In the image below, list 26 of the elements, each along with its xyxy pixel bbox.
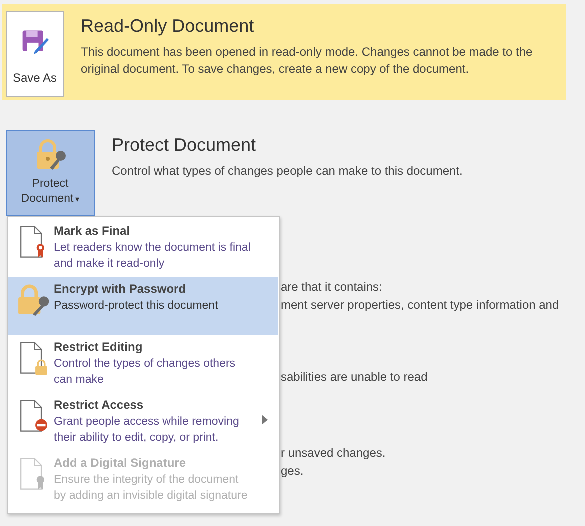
menu-item-description: Let readers know the document is final and make it read-only: [54, 241, 252, 272]
info-text: sabilities are unable to read: [281, 370, 428, 384]
info-text: r unsaved changes.: [281, 446, 386, 460]
banner-text: This document has been opened in read-only mode. Changes cannot be made to the original document. To save changes, create a new copy of the document.: [81, 44, 534, 78]
menu-item-description: Ensure the integrity of the document by adding an invisible digital signature: [54, 473, 249, 504]
menu-item-description: Grant people access while removing their ability to edit, copy, or print.: [54, 415, 240, 446]
menu-item-title: Add a Digital Signature: [54, 455, 188, 471]
menu-item[interactable]: Encrypt with Password Password-protect this document: [8, 277, 278, 335]
info-text: ges.: [281, 464, 304, 478]
menu-item-description: Password-protect this document: [54, 299, 220, 314]
lock-and-key-icon: [16, 283, 50, 317]
menu-item[interactable]: Restrict Editing Control the types of changes others can make: [8, 335, 278, 393]
menu-item-title: Restrict Access: [54, 397, 145, 413]
info-text: ment server properties, content type information and: [281, 298, 560, 312]
section-text: Control what types of changes people can make to this document.: [112, 163, 463, 180]
menu-item-title: Encrypt with Password: [54, 281, 188, 297]
section-title: Protect Document: [112, 135, 258, 156]
menu-item-title: Restrict Editing: [54, 339, 144, 355]
banner-title: Read-Only Document: [81, 16, 256, 37]
menu-item-description: Control the types of changes others can make: [54, 357, 237, 388]
menu-item[interactable]: Restrict Access Grant people access while removing their ability to edit, copy, or print.: [8, 393, 278, 451]
menu-item-title: Mark as Final: [54, 223, 132, 239]
menu-item[interactable]: Mark as Final Let readers know the document is final and make it read-only: [8, 219, 278, 277]
info-text: are that it contains:: [281, 280, 382, 294]
save-as-button[interactable]: Save As: [6, 11, 64, 97]
protect-document-button[interactable]: Protect Document ▾: [6, 130, 95, 216]
